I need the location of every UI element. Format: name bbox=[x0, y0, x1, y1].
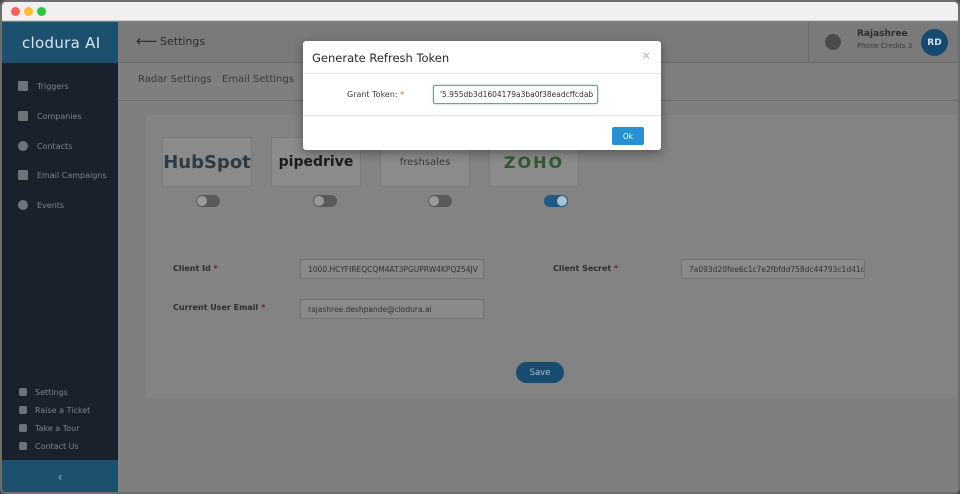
sidebar-item-label: Email Campaigns bbox=[37, 170, 107, 180]
toggle-knob bbox=[197, 196, 207, 206]
tab-radar-settings[interactable]: Radar Settings bbox=[138, 74, 212, 85]
client-id-label-text: Client Id bbox=[173, 264, 211, 273]
client-secret-label: Client Secret * bbox=[553, 264, 618, 273]
sidebar-item-events[interactable]: Events bbox=[2, 195, 118, 215]
avatar[interactable]: RD bbox=[921, 29, 948, 56]
phone-credits: Phone Credits 3 bbox=[857, 42, 913, 50]
grant-token-label-text: Grant Token: bbox=[347, 90, 398, 99]
modal-header: Generate Refresh Token × bbox=[303, 41, 661, 74]
sidebar-item-label: Settings bbox=[35, 387, 68, 397]
close-window-button[interactable] bbox=[11, 7, 20, 16]
maximize-window-button[interactable] bbox=[37, 7, 46, 16]
page-title: Settings bbox=[160, 35, 206, 48]
freshsales-toggle[interactable] bbox=[428, 195, 452, 207]
sidebar-item-contacts[interactable]: Contacts bbox=[2, 136, 118, 156]
modal-title: Generate Refresh Token bbox=[312, 51, 450, 65]
window-titlebar bbox=[2, 2, 958, 21]
user-name: Rajashree bbox=[857, 29, 908, 39]
zoho-toggle[interactable] bbox=[544, 195, 568, 207]
required-mark: * bbox=[261, 303, 266, 312]
pipedrive-toggle[interactable] bbox=[313, 195, 337, 207]
freshsales-logo: freshsales bbox=[399, 156, 451, 168]
sidebar-item-email-campaigns[interactable]: Email Campaigns bbox=[2, 165, 118, 185]
ok-button[interactable]: Ok bbox=[612, 127, 644, 145]
toggle-knob bbox=[314, 196, 324, 206]
sidebar-item-label: Contacts bbox=[37, 141, 73, 151]
current-user-email-label: Current User Email * bbox=[173, 303, 265, 312]
sidebar-item-label: Take a Tour bbox=[35, 423, 80, 433]
phone-icon bbox=[19, 442, 27, 450]
save-button[interactable]: Save bbox=[516, 362, 564, 383]
email-label-text: Current User Email bbox=[173, 303, 259, 312]
modal-body: Grant Token: * '5.955db3d1604179a3ba0f38… bbox=[303, 74, 661, 116]
app-window: clodura AI Triggers Companies Contacts E… bbox=[0, 0, 960, 494]
required-mark: * bbox=[400, 90, 405, 99]
required-mark: * bbox=[614, 264, 619, 273]
sidebar-item-label: Companies bbox=[37, 111, 82, 121]
toggle-knob bbox=[429, 196, 439, 206]
sidebar-item-contact-us[interactable]: Contact Us bbox=[2, 438, 118, 454]
integration-settings-card: HubSpot pipedrive freshsales ZOHO Client… bbox=[146, 115, 958, 398]
gear-icon bbox=[19, 388, 27, 396]
tab-email-settings[interactable]: Email Settings bbox=[222, 74, 294, 85]
hubspot-toggle[interactable] bbox=[196, 195, 220, 207]
sidebar-item-label: Raise a Ticket bbox=[35, 405, 91, 415]
sidebar-item-label: Events bbox=[37, 200, 65, 210]
hubspot-logo: HubSpot bbox=[163, 151, 251, 173]
sidebar-item-take-tour[interactable]: Take a Tour bbox=[2, 420, 118, 436]
back-arrow-icon[interactable]: ⟵ bbox=[136, 32, 158, 50]
hubspot-logo-card[interactable]: HubSpot bbox=[162, 137, 252, 187]
collapse-sidebar-button[interactable]: ‹ bbox=[2, 460, 118, 492]
pipedrive-logo: pipedrive bbox=[278, 154, 354, 170]
grant-token-label: Grant Token: * bbox=[347, 90, 404, 99]
user-icon bbox=[18, 141, 28, 151]
video-icon bbox=[19, 424, 27, 432]
brand-logo[interactable]: clodura AI bbox=[2, 22, 118, 63]
toggle-knob bbox=[557, 196, 567, 206]
grid-icon bbox=[18, 81, 28, 91]
chevron-left-icon: ‹ bbox=[57, 470, 63, 484]
zoho-logo: ZOHO bbox=[503, 152, 565, 172]
client-secret-label-text: Client Secret bbox=[553, 264, 612, 273]
sidebar-item-raise-ticket[interactable]: Raise a Ticket bbox=[2, 402, 118, 418]
envelope-icon bbox=[19, 406, 27, 414]
sidebar-item-triggers[interactable]: Triggers bbox=[2, 76, 118, 96]
sidebar-item-label: Contact Us bbox=[35, 441, 79, 451]
sidebar-item-settings[interactable]: Settings bbox=[2, 384, 118, 400]
generate-refresh-token-modal: Generate Refresh Token × Grant Token: * … bbox=[303, 41, 661, 150]
user-menu[interactable]: Rajashree Phone Credits 3 RD bbox=[808, 22, 958, 63]
envelope-icon bbox=[18, 170, 28, 180]
close-icon[interactable]: × bbox=[642, 49, 651, 62]
building-icon bbox=[18, 111, 28, 121]
client-secret-input[interactable]: 7a093d20fee6c1c7e2fbfdd758dc44793c1d41dd bbox=[681, 259, 865, 279]
grant-token-input[interactable]: '5.955db3d1604179a3ba0f38eadcffcdab bbox=[433, 85, 598, 104]
current-user-email-input[interactable]: rajashree.deshpande@clodura.ai bbox=[300, 299, 484, 319]
minimize-window-button[interactable] bbox=[24, 7, 33, 16]
sidebar-item-companies[interactable]: Companies bbox=[2, 106, 118, 126]
sidebar-item-label: Triggers bbox=[37, 81, 69, 91]
client-id-label: Client Id * bbox=[173, 264, 218, 273]
client-id-input[interactable]: 1000.HCYFIREQCQM4AT3PGUPRW4KPQ254JV bbox=[300, 259, 484, 279]
sidebar: clodura AI Triggers Companies Contacts E… bbox=[2, 22, 118, 492]
required-mark: * bbox=[213, 264, 218, 273]
twitter-icon bbox=[18, 200, 28, 210]
bell-icon[interactable] bbox=[825, 34, 841, 50]
